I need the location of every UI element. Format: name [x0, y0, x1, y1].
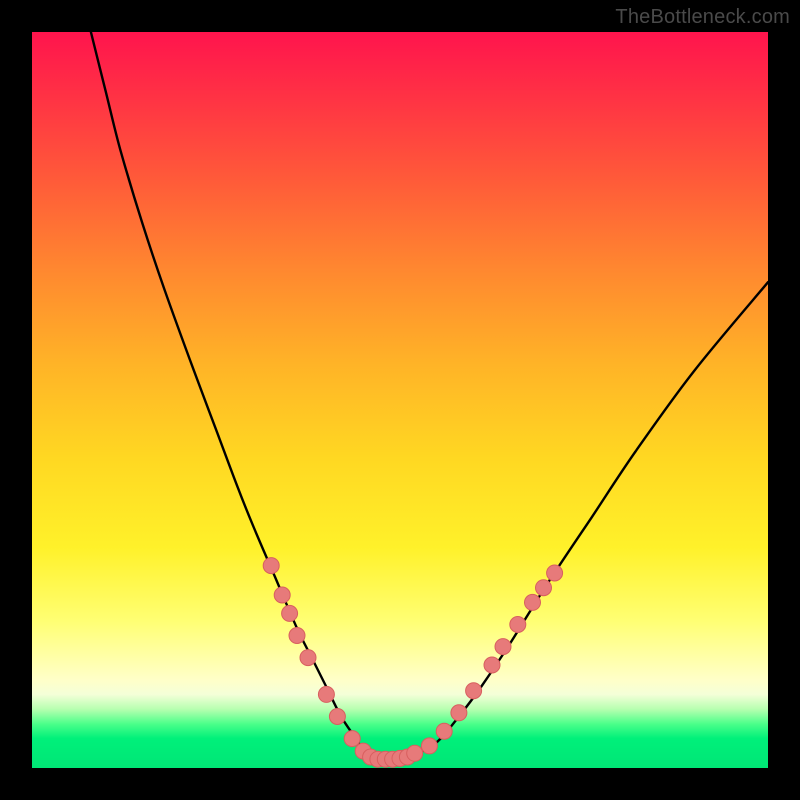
data-marker — [436, 723, 452, 739]
data-marker — [329, 709, 345, 725]
data-marker — [407, 745, 423, 761]
data-marker — [510, 617, 526, 633]
data-marker — [421, 738, 437, 754]
data-marker — [451, 705, 467, 721]
data-marker — [318, 686, 334, 702]
data-marker — [263, 558, 279, 574]
attribution-label: TheBottleneck.com — [615, 6, 790, 29]
data-marker — [495, 639, 511, 655]
data-marker — [289, 628, 305, 644]
chart-svg — [32, 32, 768, 768]
chart-frame: TheBottleneck.com — [0, 0, 800, 800]
data-marker — [536, 580, 552, 596]
data-marker — [274, 587, 290, 603]
data-marker — [547, 565, 563, 581]
data-marker — [525, 594, 541, 610]
data-marker — [344, 731, 360, 747]
data-marker — [484, 657, 500, 673]
bottleneck-curve — [91, 32, 768, 760]
plot-area — [32, 32, 768, 768]
data-marker — [300, 650, 316, 666]
data-markers — [263, 558, 562, 768]
data-marker — [466, 683, 482, 699]
data-marker — [282, 605, 298, 621]
